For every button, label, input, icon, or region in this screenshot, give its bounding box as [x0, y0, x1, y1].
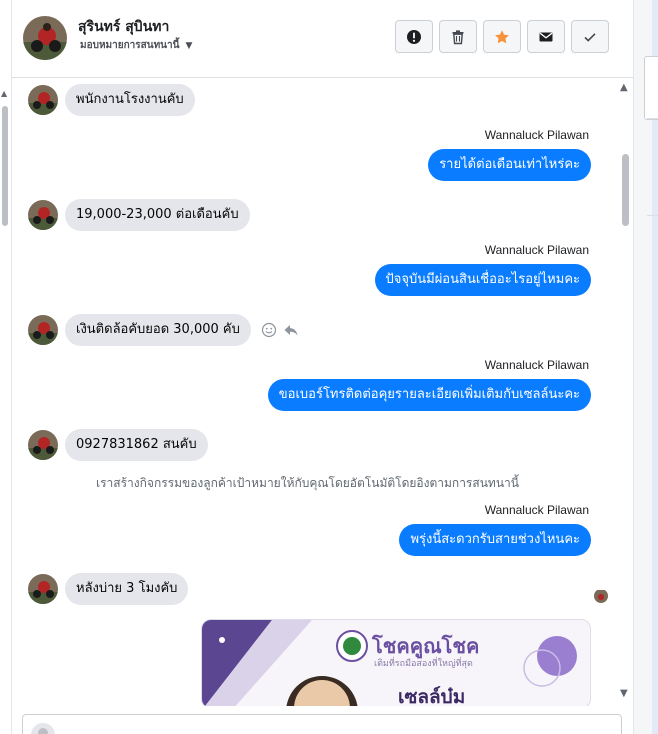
left-panel-edge: ▲ [0, 0, 12, 734]
delete-button[interactable] [439, 20, 477, 53]
mark-done-button[interactable] [571, 20, 609, 53]
mark-unread-button[interactable] [527, 20, 565, 53]
message-bubble[interactable]: เงินติดล้อคับยอด 30,000 คับ [65, 314, 251, 346]
caret-down-icon: ▼ [185, 40, 193, 51]
sender-avatar[interactable] [28, 85, 58, 115]
seen-indicator-avatar [594, 589, 608, 603]
scrollbar-thumb[interactable] [622, 154, 629, 226]
left-scroll-up-arrow[interactable]: ▲ [1, 90, 7, 98]
star-icon [495, 29, 509, 43]
image-name-text: เซลล์บ๋ม [398, 686, 466, 706]
sender-avatar[interactable] [28, 574, 58, 604]
incoming-message: 19,000-23,000 ต่อเดือนคับ [28, 199, 250, 231]
smiley-icon[interactable] [261, 322, 277, 338]
outgoing-message-bubble[interactable]: พรุ่งนี้สะดวกรับสายช่วงไหนคะ [399, 524, 591, 556]
right-panel-divider [647, 118, 658, 216]
incoming-message: 0927831862 สนคับ [28, 429, 208, 461]
incoming-message: เงินติดล้อคับยอด 30,000 คับ [28, 314, 299, 346]
message-bubble[interactable]: พนักงานโรงงานคับ [65, 84, 195, 116]
trash-icon [452, 29, 464, 44]
outgoing-message-bubble[interactable]: รายได้ต่อเดือนเท่าไหร่คะ [428, 149, 591, 181]
incoming-message: พนักงานโรงงานคับ [28, 84, 195, 116]
scroll-up-arrow[interactable]: ▲ [620, 82, 628, 93]
star-button[interactable] [483, 20, 521, 53]
image-tagline: เติมที่รถมือสองที่ใหญ่ที่สุด [374, 659, 473, 669]
message-bubble[interactable]: 19,000-23,000 ต่อเดือนคับ [65, 199, 250, 231]
message-thread[interactable]: ▲ ▼ พนักงานโรงงานคับ Wannaluck Pilawan ร… [12, 78, 633, 706]
exclamation-icon [407, 29, 421, 44]
contact-avatar[interactable] [23, 16, 67, 60]
assign-label: มอบหมายการสนทนานี้ [80, 40, 180, 51]
sender-name: Wannaluck Pilawan [484, 243, 589, 257]
sender-name: Wannaluck Pilawan [484, 358, 589, 372]
conversation-header: สุรินทร์ สุบินทา มอบหมายการสนทนานี้ ▼ [12, 0, 633, 78]
scroll-down-arrow[interactable]: ▼ [620, 688, 628, 699]
sender-name: Wannaluck Pilawan [484, 128, 589, 142]
panel-divider [633, 0, 634, 734]
sender-avatar[interactable] [28, 200, 58, 230]
outgoing-message-bubble[interactable]: ปัจจุบันมีผ่อนสินเชื่ออะไรอยู่ไหมคะ [374, 264, 591, 296]
left-scrollbar-thumb[interactable] [2, 106, 8, 226]
contact-name: สุรินทร์ สุบินทา [78, 19, 170, 35]
check-icon [584, 32, 596, 42]
sender-name: Wannaluck Pilawan [484, 503, 589, 517]
reply-icon[interactable] [283, 322, 299, 338]
outgoing-message-bubble[interactable]: ขอเบอร์โทรติดต่อคุยรายละเอียดเพิ่มเติมกั… [267, 379, 591, 411]
mark-spam-button[interactable] [395, 20, 433, 53]
message-bubble[interactable]: หลังบ่าย 3 โมงคับ [65, 573, 189, 605]
right-panel-card [644, 56, 658, 120]
envelope-icon [539, 32, 553, 41]
message-composer[interactable] [22, 714, 622, 734]
image-attachment[interactable]: โชคคูณโชค เติมที่รถมือสองที่ใหญ่ที่สุด เ… [201, 619, 591, 706]
assign-conversation-dropdown[interactable]: มอบหมายการสนทนานี้ ▼ [80, 38, 192, 53]
message-hover-actions [261, 322, 299, 338]
message-bubble[interactable]: 0927831862 สนคับ [65, 429, 208, 461]
system-note: เราสร้างกิจกรรมของลูกค้าเป้าหมายให้กับคุ… [96, 476, 519, 490]
sender-avatar[interactable] [28, 315, 58, 345]
incoming-message: หลังบ่าย 3 โมงคับ [28, 573, 189, 605]
sender-avatar[interactable] [28, 430, 58, 460]
conversation-actions [395, 20, 609, 53]
composer-avatar [31, 723, 55, 734]
